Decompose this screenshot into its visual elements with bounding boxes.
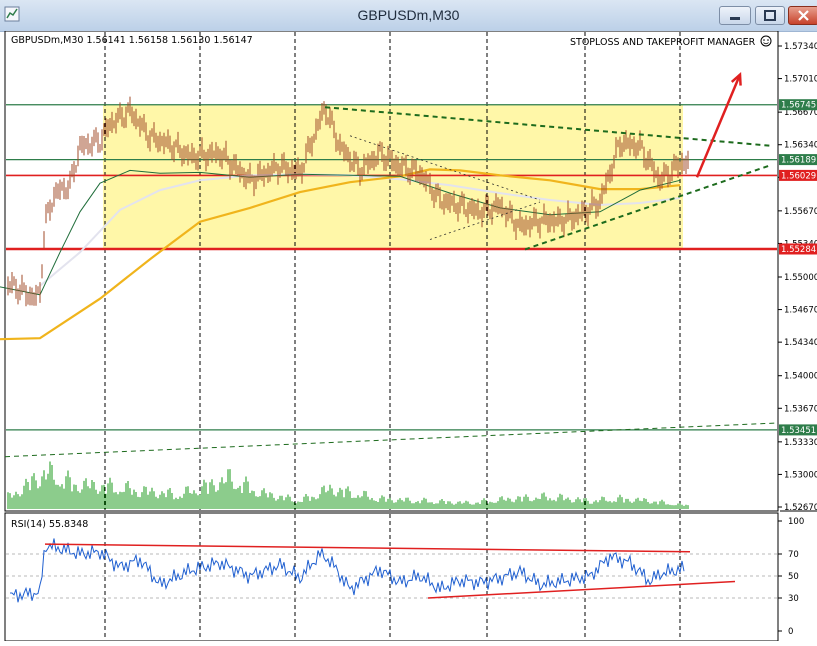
price-tick-label: 1.54340: [784, 338, 817, 348]
price-panel-frame: [4, 30, 779, 512]
price-level-label: 1.53451: [781, 426, 816, 436]
minimize-icon: [730, 17, 740, 20]
price-tick-label: 1.55000: [784, 273, 817, 283]
price-level-label: 1.56745: [781, 101, 816, 111]
price-level-label: 1.55284: [781, 245, 816, 255]
price-chart[interactable]: 1.573401.570101.566701.563401.560101.556…: [0, 30, 817, 642]
title-bar[interactable]: GBPUSDm,M30: [0, 0, 817, 32]
price-level-label: 1.56189: [781, 156, 816, 166]
price-tick-label: 1.54000: [784, 372, 817, 382]
price-tick-label: 1.53000: [784, 470, 817, 480]
price-tick-label: 1.55670: [784, 207, 817, 217]
maximize-button[interactable]: [755, 6, 785, 25]
maximize-icon: [764, 10, 776, 21]
window-title: GBPUSDm,M30: [357, 7, 460, 23]
price-tick-label: 1.56340: [784, 141, 817, 151]
chart-window: GBPUSDm,M30 1.57340 1.57010 1.56670 1.56340…: [0, 0, 817, 642]
chart-area[interactable]: 1.573401.570101.566701.563401.560101.556…: [0, 30, 817, 642]
price-level-label: 1.56029: [781, 171, 816, 181]
price-panel-header: GBPUSDm,M30 1.56141 1.56158 1.56130 1.56…: [11, 35, 253, 46]
close-icon: [798, 10, 809, 21]
rsi-panel-header: RSI(14) 55.8348: [11, 519, 88, 530]
indicator-title: STOPLOSS AND TAKEPROFIT MANAGER: [570, 37, 756, 48]
rsi-tick-label: 70: [788, 550, 799, 560]
price-tick-label: 1.53330: [784, 438, 817, 448]
price-tick-label: 1.57340: [784, 42, 817, 52]
price-tick-label: 1.52670: [784, 503, 817, 513]
minimize-button[interactable]: [719, 6, 751, 25]
rsi-tick-label: 0: [788, 627, 793, 637]
price-tick-label: 1.54670: [784, 306, 817, 316]
rsi-tick-label: 50: [788, 572, 799, 582]
price-tick-label: 1.53670: [784, 404, 817, 414]
price-tick-label: 1.57010: [784, 75, 817, 85]
close-button[interactable]: [788, 6, 817, 25]
rsi-tick-label: 30: [788, 594, 799, 604]
rsi-tick-label: 100: [788, 517, 804, 527]
